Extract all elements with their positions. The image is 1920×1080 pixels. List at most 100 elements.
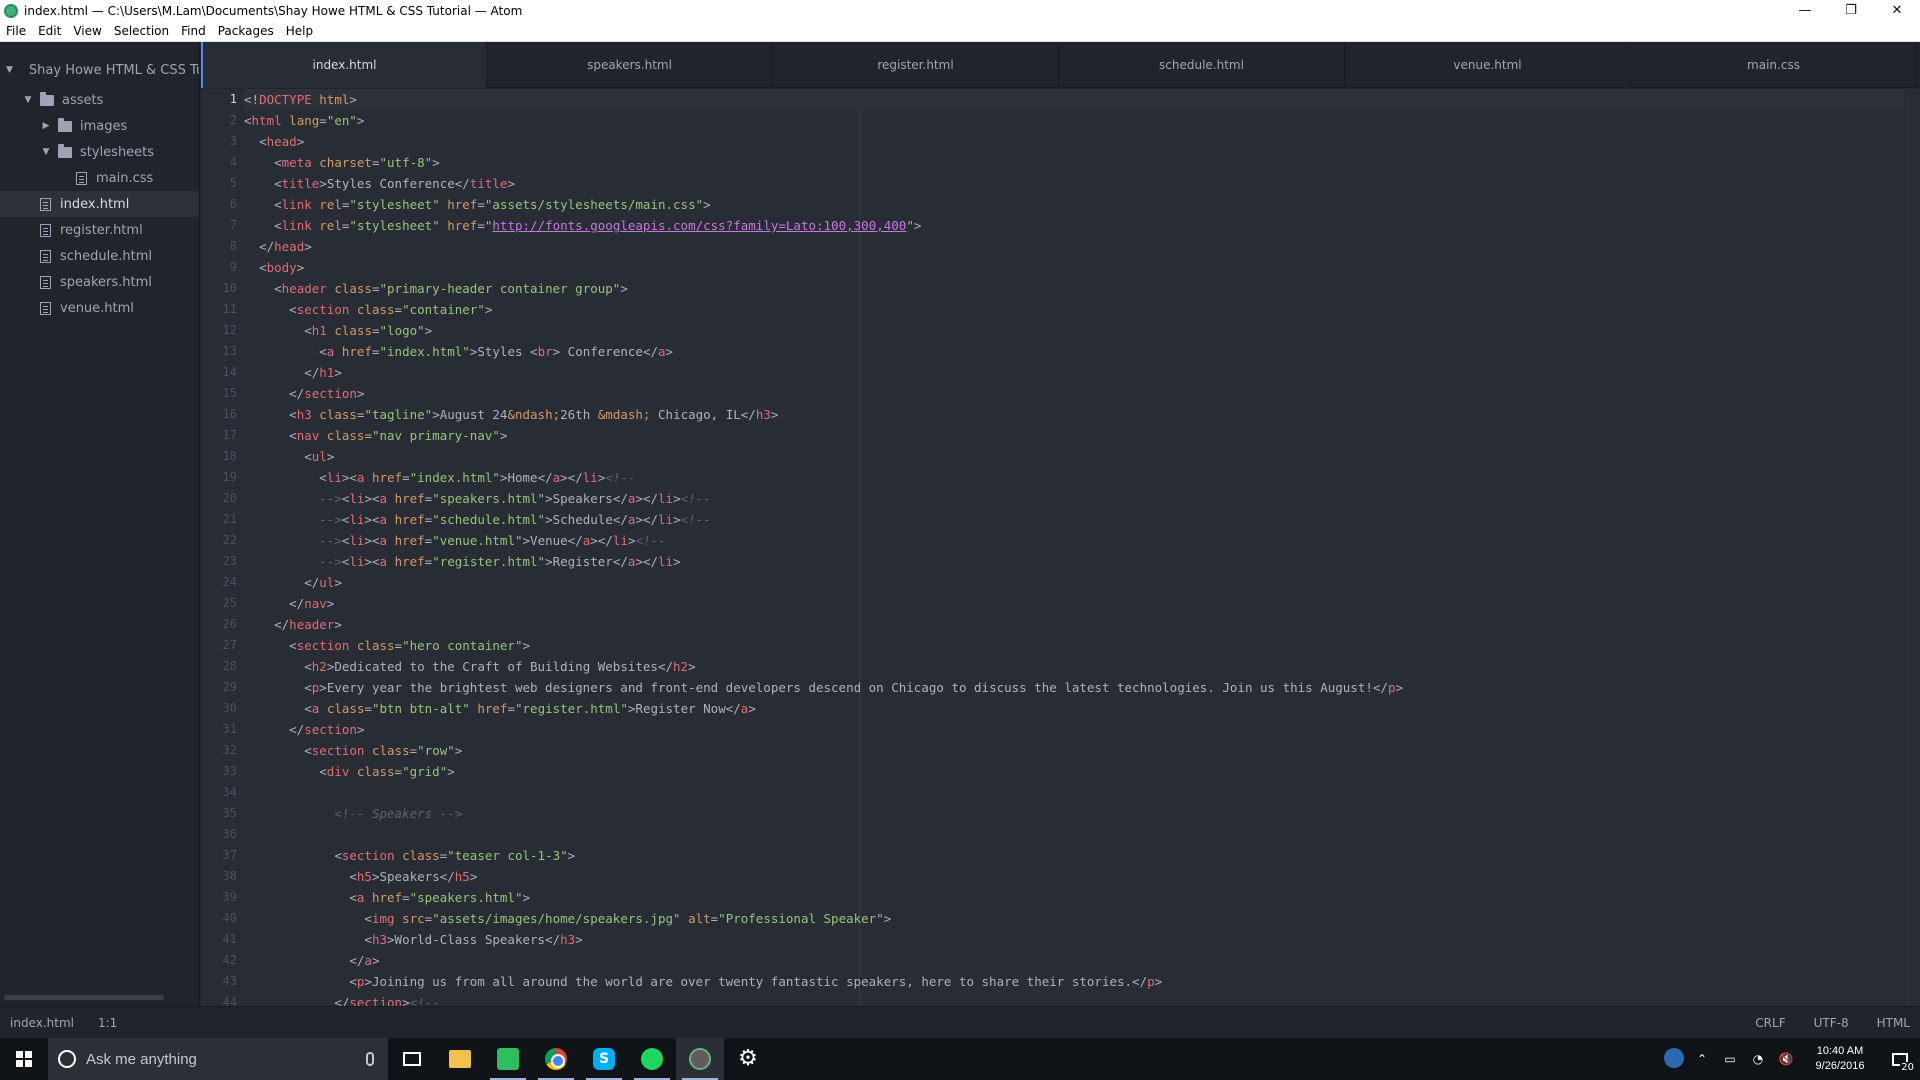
tree-item-assets[interactable]: ▼ assets xyxy=(0,87,199,113)
tree-item-speakers-html[interactable]: speakers.html xyxy=(0,269,199,295)
tree-item-venue-html[interactable]: venue.html xyxy=(0,295,199,321)
line-number-gutter[interactable]: 1 2 3 4 5 6 7 8 9 10 11 12 13 14 15 16 17 18 19 20 21 22 23 24 2… xyxy=(201,89,241,1006)
code-line[interactable]: <section class="hero container"> xyxy=(244,635,530,656)
line-number[interactable]: 39 xyxy=(201,890,237,904)
code-line[interactable]: <h3>World-Class Speakers</h3> xyxy=(244,929,582,950)
tree-item-images[interactable]: ▶ images xyxy=(0,113,199,139)
taskbar-evernote[interactable] xyxy=(484,1038,532,1080)
line-number[interactable]: 36 xyxy=(201,827,237,841)
line-number[interactable]: 37 xyxy=(201,848,237,862)
line-number[interactable]: 3 xyxy=(201,134,237,148)
code-line[interactable]: <li><a href="index.html">Home</a></li><!… xyxy=(244,467,635,488)
line-number[interactable]: 14 xyxy=(201,365,237,379)
tab-register-html[interactable]: register.html xyxy=(773,42,1059,88)
taskbar-file-explorer[interactable] xyxy=(436,1038,484,1080)
line-number[interactable]: 24 xyxy=(201,575,237,589)
microphone-icon[interactable] xyxy=(366,1052,374,1066)
line-number[interactable]: 8 xyxy=(201,239,237,253)
code-line[interactable]: --><li><a href="register.html">Register<… xyxy=(244,551,680,572)
cortana-search-box[interactable]: Ask me anything xyxy=(48,1038,388,1080)
tab-main-css[interactable]: main.css xyxy=(1631,42,1917,88)
code-line[interactable]: --><li><a href="venue.html">Venue</a></l… xyxy=(244,530,665,551)
tab-index-html[interactable]: index.html xyxy=(201,42,487,88)
taskbar-skype[interactable]: S xyxy=(580,1038,628,1080)
line-number[interactable]: 1 xyxy=(201,92,237,106)
line-number[interactable]: 20 xyxy=(201,491,237,505)
line-number[interactable]: 33 xyxy=(201,764,237,778)
code-line[interactable]: <p>Every year the brightest web designer… xyxy=(244,677,1403,698)
tree-item-schedule-html[interactable]: schedule.html xyxy=(0,243,199,269)
code-line[interactable]: <section class="teaser col-1-3"> xyxy=(244,845,575,866)
code-line[interactable]: </h1> xyxy=(244,362,342,383)
line-number[interactable]: 26 xyxy=(201,617,237,631)
code-line[interactable]: </a> xyxy=(244,950,379,971)
code-line[interactable]: <link rel="stylesheet" href="http://font… xyxy=(244,215,921,236)
taskbar-clock[interactable]: 10:40 AM 9/26/2016 xyxy=(1800,1044,1880,1074)
code-line[interactable]: <meta charset="utf-8"> xyxy=(244,152,440,173)
line-number[interactable]: 18 xyxy=(201,449,237,463)
menu-edit[interactable]: Edit xyxy=(38,24,61,38)
tree-item-main-css[interactable]: main.css xyxy=(0,165,199,191)
chevron-up-icon[interactable]: ⌃ xyxy=(1691,1052,1713,1066)
line-number[interactable]: 5 xyxy=(201,176,237,190)
menu-file[interactable]: File xyxy=(6,24,26,38)
code-line[interactable]: <title>Styles Conference</title> xyxy=(244,173,515,194)
code-line[interactable]: </header> xyxy=(244,614,342,635)
close-button[interactable]: ✕ xyxy=(1874,0,1920,21)
code-line[interactable]: <img src="assets/images/home/speakers.jp… xyxy=(244,908,891,929)
menu-help[interactable]: Help xyxy=(286,24,313,38)
status-file-name[interactable]: index.html xyxy=(10,1016,74,1030)
line-number[interactable]: 19 xyxy=(201,470,237,484)
code-line[interactable]: <a href="speakers.html"> xyxy=(244,887,530,908)
code-line[interactable]: <a class="btn btn-alt" href="register.ht… xyxy=(244,698,756,719)
code-line[interactable]: <head> xyxy=(244,131,304,152)
tree-item-index-html[interactable]: index.html xyxy=(0,191,199,217)
status-grammar[interactable]: HTML xyxy=(1877,1016,1910,1030)
code-line[interactable]: </head> xyxy=(244,236,312,257)
tree-item-stylesheets[interactable]: ▼ stylesheets xyxy=(0,139,199,165)
line-number[interactable]: 42 xyxy=(201,953,237,967)
sidebar-horizontal-scrollbar[interactable] xyxy=(4,995,164,1000)
menu-view[interactable]: View xyxy=(73,24,101,38)
code-line[interactable]: <h3 class="tagline">August 24&ndash;26th… xyxy=(244,404,778,425)
maximize-button[interactable]: ❐ xyxy=(1828,0,1874,21)
line-number[interactable]: 13 xyxy=(201,344,237,358)
line-number[interactable]: 17 xyxy=(201,428,237,442)
code-line[interactable]: --><li><a href="schedule.html">Schedule<… xyxy=(244,509,710,530)
line-number[interactable]: 35 xyxy=(201,806,237,820)
status-encoding[interactable]: UTF-8 xyxy=(1814,1016,1849,1030)
line-number[interactable]: 43 xyxy=(201,974,237,988)
code-line[interactable]: <!-- Speakers --> xyxy=(244,803,462,824)
line-number[interactable]: 44 xyxy=(201,995,237,1006)
line-number[interactable]: 32 xyxy=(201,743,237,757)
line-number[interactable]: 22 xyxy=(201,533,237,547)
speaker-muted-icon[interactable]: 🔇 xyxy=(1775,1052,1797,1066)
line-number[interactable]: 15 xyxy=(201,386,237,400)
code-line[interactable]: <h2>Dedicated to the Craft of Building W… xyxy=(244,656,695,677)
status-line-ending[interactable]: CRLF xyxy=(1755,1016,1785,1030)
line-number[interactable]: 34 xyxy=(201,785,237,799)
status-cursor-position[interactable]: 1:1 xyxy=(98,1016,117,1030)
project-root[interactable]: ▼ Shay Howe HTML & CSS Tu xyxy=(0,57,199,83)
action-center-button[interactable]: 20 xyxy=(1880,1038,1920,1080)
line-number[interactable]: 12 xyxy=(201,323,237,337)
code-line[interactable]: </section> xyxy=(244,719,364,740)
code-line[interactable]: <p>Joining us from all around the world … xyxy=(244,971,1162,992)
code-line[interactable]: <section class="row"> xyxy=(244,740,462,761)
code-line[interactable]: </section><!-- xyxy=(244,992,439,1006)
minimize-button[interactable]: — xyxy=(1782,0,1828,21)
menu-packages[interactable]: Packages xyxy=(218,24,274,38)
code-line[interactable]: <ul> xyxy=(244,446,334,467)
code-line[interactable]: </section> xyxy=(244,383,364,404)
line-number[interactable]: 6 xyxy=(201,197,237,211)
editor-vertical-scrollbar[interactable] xyxy=(1908,89,1920,1006)
tree-item-register-html[interactable]: register.html xyxy=(0,217,199,243)
line-number[interactable]: 10 xyxy=(201,281,237,295)
line-number[interactable]: 2 xyxy=(201,113,237,127)
line-number[interactable]: 41 xyxy=(201,932,237,946)
line-number[interactable]: 16 xyxy=(201,407,237,421)
code-line[interactable]: </ul> xyxy=(244,572,342,593)
steam-tray-icon[interactable] xyxy=(1663,1047,1685,1071)
code-line[interactable]: <section class="container"> xyxy=(244,299,492,320)
taskbar-settings[interactable]: ⚙ xyxy=(724,1038,772,1080)
